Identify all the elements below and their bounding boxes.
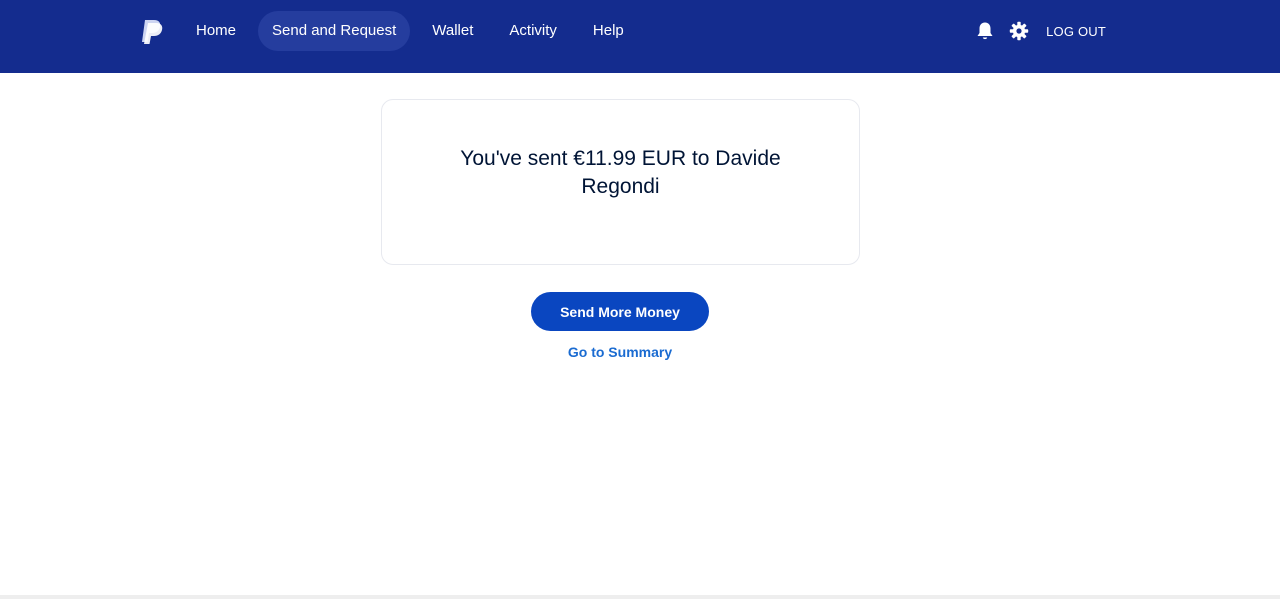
top-navigation-bar: Home Send and Request Wallet Activity He…: [0, 0, 1280, 73]
bell-icon[interactable]: [974, 20, 996, 42]
nav-wallet[interactable]: Wallet: [418, 11, 487, 51]
nav-home[interactable]: Home: [182, 11, 250, 51]
nav-activity[interactable]: Activity: [495, 11, 571, 51]
confirmation-message: You've sent €11.99 EUR to Davide Regondi: [460, 147, 781, 198]
header-actions: LOG OUT: [974, 19, 1106, 43]
paypal-logo-icon[interactable]: [139, 19, 163, 45]
logout-link[interactable]: LOG OUT: [1046, 24, 1106, 39]
gear-icon[interactable]: [1008, 20, 1030, 42]
footer-divider: [0, 595, 1280, 599]
go-to-summary-link[interactable]: Go to Summary: [520, 344, 720, 360]
confirmation-card: You've sent €11.99 EUR to Davide Regondi: [381, 99, 860, 265]
send-more-money-button[interactable]: Send More Money: [531, 292, 709, 331]
nav-send-and-request[interactable]: Send and Request: [258, 11, 411, 51]
main-nav: Home Send and Request Wallet Activity He…: [182, 11, 646, 51]
nav-help[interactable]: Help: [579, 11, 638, 51]
